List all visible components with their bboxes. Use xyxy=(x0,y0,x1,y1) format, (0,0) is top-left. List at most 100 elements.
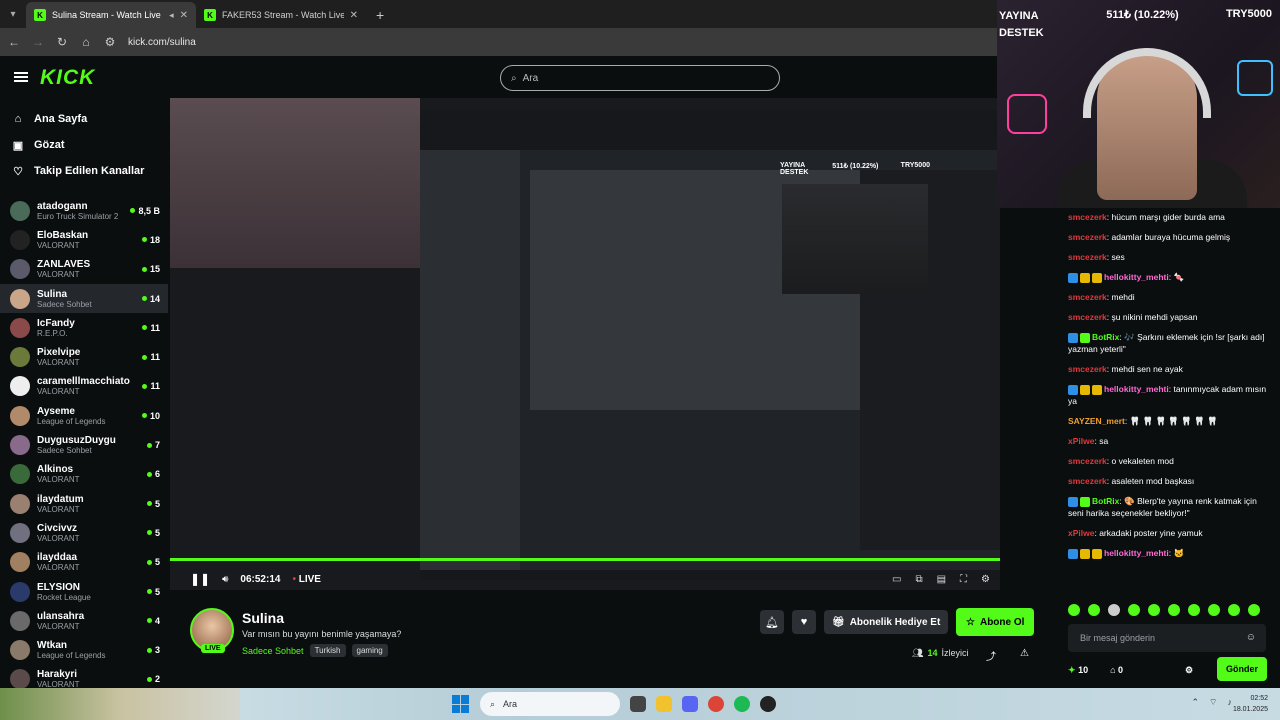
sidebar-channel[interactable]: ulansahra VALORANT 4 xyxy=(0,606,168,635)
emote-icon[interactable] xyxy=(1148,604,1160,616)
emote-icon[interactable] xyxy=(1088,604,1100,616)
emoji-icon[interactable]: ☺ xyxy=(1246,632,1256,643)
sidebar-channel[interactable]: ilayddaa VALORANT 5 xyxy=(0,548,168,577)
chat-username[interactable]: xPilwe xyxy=(1068,528,1094,538)
sidebar-channel[interactable]: Harakyri VALORANT 2 xyxy=(0,665,168,688)
gift-subscription-button[interactable]: 🎁︎ Abonelik Hediye Et xyxy=(824,610,949,634)
pause-icon[interactable]: ❚❚ xyxy=(190,572,210,586)
chat-username[interactable]: hellokitty_mehti xyxy=(1104,384,1169,394)
taskbar-search[interactable]: ⌕ Ara xyxy=(480,692,620,716)
emote-icon[interactable] xyxy=(1208,604,1220,616)
chat-username[interactable]: smcezerk xyxy=(1068,456,1107,466)
channel-name[interactable]: Sulina xyxy=(242,610,284,626)
start-icon[interactable] xyxy=(452,695,470,713)
menu-icon[interactable] xyxy=(14,72,28,82)
pip-icon[interactable]: ▭ xyxy=(892,574,901,585)
chat-username[interactable]: smcezerk xyxy=(1068,232,1107,242)
chat-username[interactable]: SAYZEN_mert xyxy=(1068,416,1125,426)
obs-icon[interactable] xyxy=(760,696,776,712)
sidebar-item-following[interactable]: ♡ Takip Edilen Kanallar xyxy=(0,158,168,184)
sidebar-channel[interactable]: Wtkan League of Legends 3 xyxy=(0,635,168,664)
chat-username[interactable]: hellokitty_mehti xyxy=(1104,548,1169,558)
fullscreen-icon[interactable]: ⛶ xyxy=(960,574,967,585)
emote-icon[interactable] xyxy=(1168,604,1180,616)
chat-input[interactable]: Bir mesaj gönderin ☺ xyxy=(1068,624,1266,652)
home-icon[interactable]: ⌂ xyxy=(80,35,92,49)
network-icon[interactable]: ⌔ xyxy=(1209,697,1217,708)
tag[interactable]: gaming xyxy=(351,644,388,657)
close-tab-icon[interactable]: ✕ xyxy=(350,10,358,21)
points-indicator[interactable]: ✦ 10 xyxy=(1068,665,1088,676)
follow-button[interactable]: ♥ xyxy=(792,610,816,634)
sidebar-channel[interactable]: EloBaskan VALORANT 18 xyxy=(0,225,168,254)
tag[interactable]: Turkish xyxy=(309,644,346,657)
sidebar-channel[interactable]: ELYSION Rocket League 5 xyxy=(0,577,168,606)
sidebar-channel[interactable]: caramelllmacchiato VALORANT 11 xyxy=(0,372,168,401)
chat-username[interactable]: smcezerk xyxy=(1068,312,1107,322)
chat-username[interactable]: hellokitty_mehti xyxy=(1104,272,1169,282)
discord-icon[interactable] xyxy=(682,696,698,712)
playback-progress-bar[interactable] xyxy=(170,558,1000,561)
emote-icon[interactable] xyxy=(1188,604,1200,616)
sidebar-channel[interactable]: Civcivvz VALORANT 5 xyxy=(0,518,168,547)
chat-username[interactable]: smcezerk xyxy=(1068,252,1107,262)
sidebar-channel[interactable]: IcFandy R.E.P.O. 11 xyxy=(0,313,168,342)
sidebar-channel[interactable]: ilaydatum VALORANT 5 xyxy=(0,489,168,518)
theater-icon[interactable]: ▤ xyxy=(937,574,946,585)
browser-tab-sulina[interactable]: K Sulina Stream - Watch Live ◂ ✕ xyxy=(26,2,196,28)
task-view-icon[interactable] xyxy=(630,696,646,712)
report-icon[interactable]: ⚠ xyxy=(1020,648,1029,663)
chat-username[interactable]: BotRix xyxy=(1092,332,1119,342)
sidebar-channel[interactable]: DuygusuzDuygu Sadece Sohbet 7 xyxy=(0,430,168,459)
tray-chevron-icon[interactable]: ⌃ xyxy=(1191,697,1199,708)
sidebar-channel[interactable]: Pixelvipe VALORANT 11 xyxy=(0,342,168,371)
browser-tab-faker53[interactable]: K FAKER53 Stream - Watch Live o ✕ xyxy=(196,2,366,28)
chat-username[interactable]: xPilwe xyxy=(1068,436,1094,446)
volume-icon[interactable]: ♪ xyxy=(1228,697,1233,708)
sidebar-channel[interactable]: Sulina Sadece Sohbet 14 xyxy=(0,283,168,314)
clip-icon[interactable]: ⧉ xyxy=(915,574,922,585)
second-indicator[interactable]: ⌂ 0 xyxy=(1110,665,1123,675)
taskbar-clock[interactable]: 02:52 18.01.2025 xyxy=(1233,693,1268,715)
kick-logo[interactable]: KICK xyxy=(40,66,95,90)
sidebar-channel[interactable]: Ayseme League of Legends 10 xyxy=(0,401,168,430)
chat-username[interactable]: smcezerk xyxy=(1068,364,1107,374)
chat-username[interactable]: smcezerk xyxy=(1068,292,1107,302)
spotify-icon[interactable] xyxy=(734,696,750,712)
sidebar-item-home[interactable]: ⌂ Ana Sayfa xyxy=(0,106,168,132)
chat-settings-icon[interactable]: ⚙ xyxy=(1185,665,1193,676)
sidebar-channel[interactable]: Alkinos VALORANT 6 xyxy=(0,460,168,489)
sidebar-channel[interactable]: ZANLAVES VALORANT 15 xyxy=(0,255,168,284)
chat-username[interactable]: smcezerk xyxy=(1068,212,1107,222)
tab-search-icon[interactable]: ▾ xyxy=(0,0,26,28)
url-field[interactable]: kick.com/sulina xyxy=(128,37,196,48)
send-button[interactable]: Gönder xyxy=(1217,657,1267,681)
back-icon[interactable]: ← xyxy=(8,35,20,49)
stream-category[interactable]: Sadece Sohbet xyxy=(242,646,304,656)
close-tab-icon[interactable]: ✕ xyxy=(180,10,188,21)
chrome-icon[interactable] xyxy=(708,696,724,712)
settings-icon[interactable]: ⚙ xyxy=(981,574,990,585)
site-info-icon[interactable]: ⚙ xyxy=(104,35,116,49)
new-tab-button[interactable]: + xyxy=(366,2,394,28)
mute-tab-icon[interactable]: ◂ xyxy=(169,10,174,21)
reload-icon[interactable]: ↻ xyxy=(56,35,68,49)
subscribe-button[interactable]: ☆ Abone Ol xyxy=(956,608,1035,636)
avatar xyxy=(10,288,30,309)
sidebar-item-browse[interactable]: ▣ Gözat xyxy=(0,132,168,158)
chat-username[interactable]: BotRix xyxy=(1092,496,1119,506)
share-icon[interactable]: ⤴ xyxy=(986,648,996,663)
sidebar-channel[interactable]: atadogann Euro Truck Simulator 2 8,5 B xyxy=(0,196,168,225)
volume-icon[interactable]: 🔊︎ xyxy=(222,574,228,585)
video-player[interactable]: YAYINA DESTEK 511₺ (10.22%) TRY5000 ❚❚ 🔊… xyxy=(170,98,1000,590)
file-explorer-icon[interactable] xyxy=(656,696,672,712)
emote-icon[interactable] xyxy=(1228,604,1240,616)
emote-icon[interactable] xyxy=(1068,604,1080,616)
forward-icon[interactable]: → xyxy=(32,35,44,49)
notification-bell-button[interactable]: 🔔︎ xyxy=(760,610,784,634)
emote-icon[interactable] xyxy=(1108,604,1120,616)
emote-icon[interactable] xyxy=(1248,604,1260,616)
emote-icon[interactable] xyxy=(1128,604,1140,616)
chat-username[interactable]: smcezerk xyxy=(1068,476,1107,486)
search-input[interactable]: ⌕ Ara xyxy=(500,65,780,91)
